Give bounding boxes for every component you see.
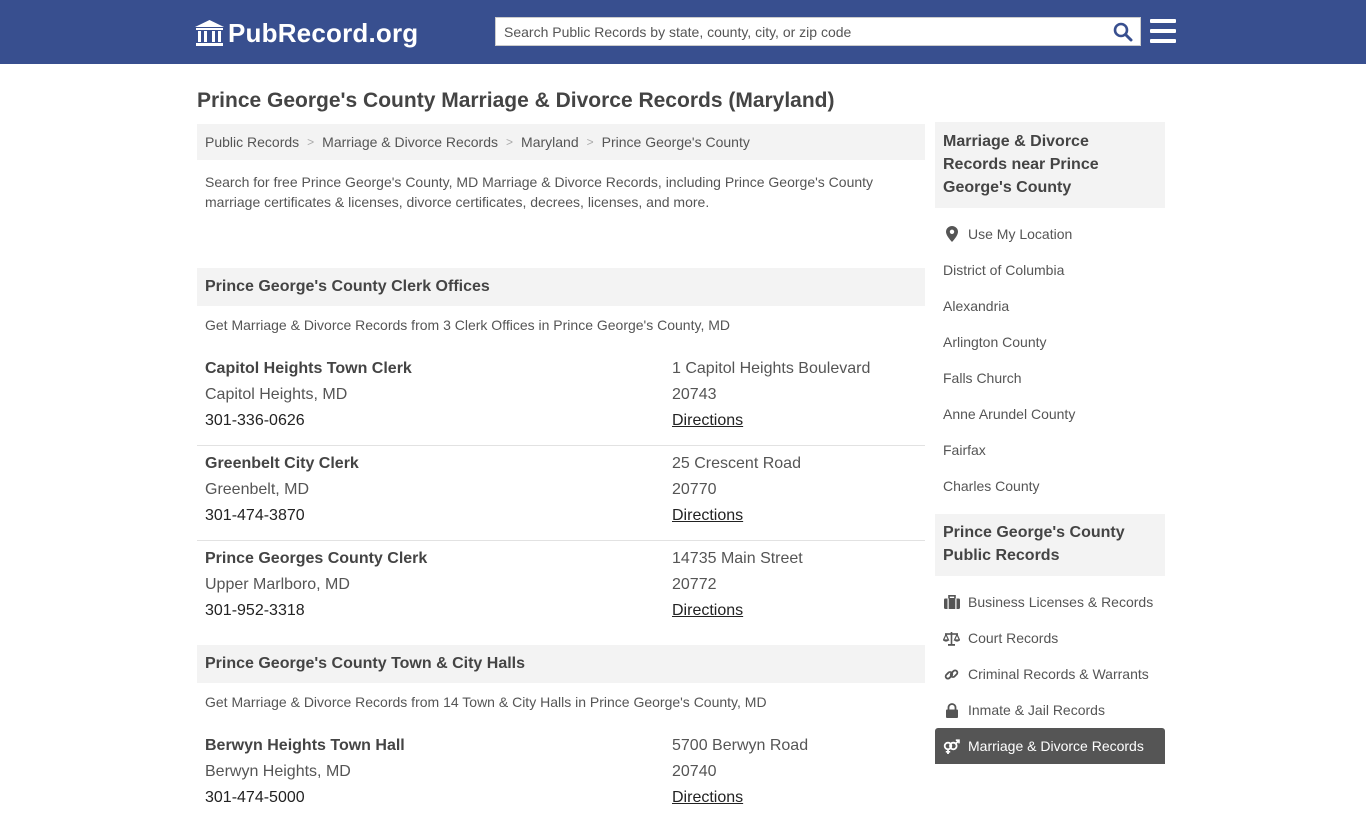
top-navbar: PubRecord.org — [0, 0, 1366, 64]
office-listing: Greenbelt City Clerk Greenbelt, MD 301-4… — [197, 446, 925, 541]
office-name: Greenbelt City Clerk — [205, 455, 359, 472]
lock-icon — [943, 702, 960, 718]
office-city: Capitol Heights, MD — [205, 386, 348, 403]
breadcrumb: Public Records > Marriage & Divorce Reco… — [197, 124, 925, 160]
menu-bar — [1150, 29, 1176, 33]
office-listing: Prince Georges County Clerk Upper Marlbo… — [197, 541, 925, 645]
breadcrumb-item[interactable]: Prince George's County — [602, 134, 750, 150]
use-my-location-link[interactable]: Use My Location — [935, 216, 1165, 252]
sidebar-item-label: Court Records — [968, 630, 1059, 646]
section-description: Get Marriage & Divorce Records from 3 Cl… — [205, 317, 730, 333]
office-name: Berwyn Heights Town Hall — [205, 737, 405, 754]
nearby-link[interactable]: Falls Church — [935, 360, 1165, 396]
breadcrumb-item[interactable]: Maryland — [521, 134, 579, 150]
scales-icon — [943, 630, 960, 646]
office-listing: Berwyn Heights Town Hall Berwyn Heights,… — [197, 728, 925, 823]
nearby-link[interactable]: Fairfax — [935, 432, 1165, 468]
section-title-clerk-offices: Prince George's County Clerk Offices — [197, 268, 925, 306]
office-address: 1 Capitol Heights Boulevard — [672, 360, 871, 377]
sidebar-item-label: Marriage & Divorce Records — [968, 738, 1144, 754]
office-address: 14735 Main Street — [672, 550, 803, 567]
search-icon — [1113, 22, 1133, 41]
office-address: 5700 Berwyn Road — [672, 737, 809, 754]
office-zip: 20740 — [672, 763, 717, 780]
sidebar-item-label: Criminal Records & Warrants — [968, 666, 1149, 682]
office-city: Greenbelt, MD — [205, 481, 310, 498]
office-name: Capitol Heights Town Clerk — [205, 360, 412, 377]
hamburger-menu-button[interactable] — [1150, 19, 1176, 43]
nearby-link[interactable]: Alexandria — [935, 288, 1165, 324]
breadcrumb-item[interactable]: Public Records — [205, 134, 299, 150]
section-title-town-city-halls: Prince George's County Town & City Halls — [197, 645, 925, 683]
breadcrumb-item[interactable]: Marriage & Divorce Records — [322, 134, 498, 150]
menu-bar — [1150, 19, 1176, 23]
breadcrumb-separator: > — [506, 135, 514, 149]
intro-text: Search for free Prince George's County, … — [205, 174, 874, 210]
map-marker-icon — [943, 226, 960, 242]
use-my-location-label: Use My Location — [968, 226, 1073, 242]
site-logo[interactable]: PubRecord.org — [195, 18, 418, 49]
sidebar-nearby-title: Marriage & Divorce Records near Prince G… — [935, 122, 1165, 208]
sidebar-item-marriage-divorce[interactable]: Marriage & Divorce Records — [935, 728, 1165, 764]
nearby-link[interactable]: Charles County — [935, 468, 1165, 504]
sidebar-public-records-title: Prince George's County Public Records — [935, 514, 1165, 576]
office-phone[interactable]: 301-336-0626 — [205, 412, 305, 429]
menu-bar — [1150, 39, 1176, 43]
briefcase-icon — [943, 594, 960, 610]
office-zip: 20772 — [672, 576, 717, 593]
directions-link[interactable]: Directions — [672, 507, 743, 524]
nearby-link[interactable]: Arlington County — [935, 324, 1165, 360]
sidebar-item-label: Inmate & Jail Records — [968, 702, 1105, 718]
sidebar-item-court-records[interactable]: Court Records — [935, 620, 1165, 656]
breadcrumb-separator: > — [307, 135, 315, 149]
nearby-link[interactable]: District of Columbia — [935, 252, 1165, 288]
section-description: Get Marriage & Divorce Records from 14 T… — [205, 694, 767, 710]
public-records-list: Business Licenses & Records Court Record… — [935, 576, 1165, 774]
office-phone[interactable]: 301-952-3318 — [205, 602, 305, 619]
office-address: 25 Crescent Road — [672, 455, 801, 472]
logo-text: PubRecord.org — [228, 18, 419, 48]
search-button[interactable] — [1106, 18, 1140, 45]
search-input[interactable] — [496, 18, 1106, 45]
directions-link[interactable]: Directions — [672, 789, 743, 806]
courthouse-icon — [195, 20, 224, 46]
main-content: Public Records > Marriage & Divorce Reco… — [197, 124, 925, 823]
page-title: Prince George's County Marriage & Divorc… — [197, 89, 835, 112]
breadcrumb-separator: > — [586, 135, 594, 149]
sidebar: Marriage & Divorce Records near Prince G… — [935, 122, 1165, 774]
directions-link[interactable]: Directions — [672, 412, 743, 429]
link-icon — [943, 666, 960, 682]
office-zip: 20770 — [672, 481, 717, 498]
office-phone[interactable]: 301-474-3870 — [205, 507, 305, 524]
sidebar-item-criminal-records[interactable]: Criminal Records & Warrants — [935, 656, 1165, 692]
sidebar-item-inmate-records[interactable]: Inmate & Jail Records — [935, 692, 1165, 728]
office-city: Upper Marlboro, MD — [205, 576, 350, 593]
office-name: Prince Georges County Clerk — [205, 550, 428, 567]
search-bar — [495, 17, 1141, 46]
office-phone[interactable]: 301-474-5000 — [205, 789, 305, 806]
office-zip: 20743 — [672, 386, 717, 403]
office-city: Berwyn Heights, MD — [205, 763, 351, 780]
sidebar-item-business-licenses[interactable]: Business Licenses & Records — [935, 584, 1165, 620]
venus-mars-icon — [943, 738, 960, 754]
office-listing: Capitol Heights Town Clerk Capitol Heigh… — [197, 351, 925, 446]
nearby-list: Use My Location District of Columbia Ale… — [935, 208, 1165, 514]
sidebar-item-label: Business Licenses & Records — [968, 594, 1154, 610]
directions-link[interactable]: Directions — [672, 602, 743, 619]
nearby-link[interactable]: Anne Arundel County — [935, 396, 1165, 432]
